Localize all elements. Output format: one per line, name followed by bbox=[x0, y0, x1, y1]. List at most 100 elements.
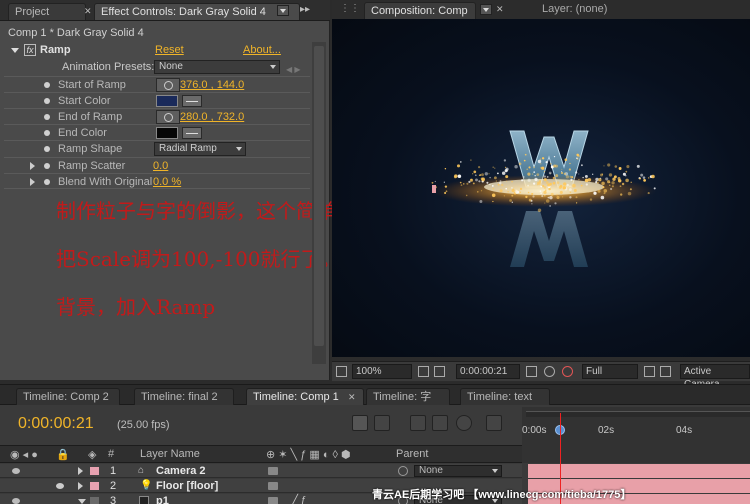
close-icon[interactable]: ✕ bbox=[84, 6, 92, 17]
ramp-shape-dropdown[interactable]: Radial Ramp bbox=[154, 142, 246, 156]
eye-icon[interactable] bbox=[12, 498, 20, 504]
zoom-dropdown[interactable]: 100% bbox=[352, 364, 412, 379]
particle-spark bbox=[532, 182, 536, 185]
panel-menu-arrow-icon[interactable]: ▸▸ bbox=[300, 4, 310, 15]
tab-project[interactable]: Project bbox=[8, 3, 86, 20]
about-link[interactable]: About... bbox=[243, 42, 281, 58]
crosshair-icon[interactable] bbox=[156, 110, 180, 124]
switch-icon[interactable] bbox=[268, 497, 278, 504]
label-color-swatch[interactable] bbox=[90, 467, 99, 475]
timecode-box[interactable]: 0:00:00:21 bbox=[456, 364, 520, 379]
collapse-triangle-icon[interactable] bbox=[11, 48, 19, 53]
lock-icon[interactable] bbox=[56, 483, 64, 489]
table-row[interactable]: 1 ⌂ Camera 2 None bbox=[0, 464, 522, 478]
start-color-swatch[interactable] bbox=[156, 95, 178, 107]
layer-name[interactable]: Camera 2 bbox=[156, 464, 206, 478]
tab-timeline-text[interactable]: Timeline: text bbox=[460, 388, 550, 405]
hide-shy-layers-icon[interactable] bbox=[432, 415, 448, 431]
prop-label: Ramp Shape bbox=[58, 143, 123, 155]
tab-timeline-comp-2[interactable]: Timeline: Comp 2 bbox=[16, 388, 120, 405]
particle-spark bbox=[599, 177, 602, 179]
comp-mini-flowchart-icon[interactable] bbox=[352, 415, 368, 431]
switches-icon[interactable]: ⊕ ✶ ╲ ƒ ▦ ◐ ◊ ⬢ bbox=[266, 448, 351, 461]
eyedropper-icon[interactable] bbox=[182, 95, 202, 107]
particle-spark bbox=[531, 173, 534, 175]
live-update-icon[interactable] bbox=[374, 415, 390, 431]
grip-icon[interactable]: ⋮⋮ bbox=[340, 3, 360, 14]
column-layer-name[interactable]: Layer Name bbox=[140, 448, 200, 460]
stopwatch-icon[interactable] bbox=[44, 179, 50, 185]
tab-timeline-comp-1[interactable]: Timeline: Comp 1 bbox=[246, 388, 364, 405]
parent-dropdown[interactable]: None bbox=[414, 465, 502, 477]
stopwatch-icon[interactable] bbox=[44, 114, 50, 120]
switch-icon[interactable] bbox=[268, 482, 278, 490]
show-snapshot-icon[interactable] bbox=[544, 366, 555, 377]
composition-panel: ⋮⋮ Composition: Comp 1 ✕ Layer: (none) bbox=[332, 0, 750, 390]
particle-spark bbox=[579, 181, 581, 183]
transparency-grid-icon[interactable] bbox=[660, 366, 671, 377]
expand-triangle-icon[interactable] bbox=[30, 178, 35, 186]
particle-spark bbox=[548, 187, 551, 191]
expand-triangle-icon[interactable] bbox=[30, 162, 35, 170]
switch-icon[interactable] bbox=[268, 467, 278, 475]
grid-icon[interactable] bbox=[418, 366, 429, 377]
reset-link[interactable]: Reset bbox=[155, 42, 184, 58]
label-color-swatch[interactable] bbox=[90, 497, 99, 504]
snapshot-icon[interactable] bbox=[526, 366, 537, 377]
tab-effect-controls[interactable]: Effect Controls: Dark Gray Solid 4 bbox=[94, 3, 300, 20]
tab-timeline-zi[interactable]: Timeline: 字 bbox=[366, 388, 450, 405]
tab-timeline-final-2[interactable]: Timeline: final 2 bbox=[134, 388, 234, 405]
tab-composition[interactable]: Composition: Comp 1 bbox=[364, 2, 476, 33]
color-channels-icon[interactable] bbox=[562, 366, 573, 377]
label-icon[interactable]: ◈ bbox=[88, 448, 96, 461]
end-of-ramp-value[interactable]: 280.0 , 732.0 bbox=[180, 109, 244, 125]
expand-triangle-icon[interactable] bbox=[78, 482, 83, 490]
layer-name[interactable]: p1 bbox=[156, 494, 169, 504]
crosshair-icon[interactable] bbox=[156, 78, 180, 92]
comp-menu-icon[interactable] bbox=[480, 4, 492, 15]
panel-menu-icon[interactable] bbox=[277, 5, 289, 16]
start-of-ramp-value[interactable]: 376.0 , 144.0 bbox=[180, 77, 244, 93]
expand-triangle-icon[interactable] bbox=[78, 467, 83, 475]
resolution-dropdown[interactable]: Full bbox=[582, 364, 638, 379]
roi-icon[interactable] bbox=[644, 366, 655, 377]
layer-bar[interactable] bbox=[528, 464, 750, 478]
motion-blur-icon[interactable] bbox=[456, 415, 472, 431]
stopwatch-icon[interactable] bbox=[44, 82, 50, 88]
vertical-scrollbar[interactable] bbox=[312, 42, 326, 364]
av-features-icon[interactable]: ◉ ◂ ● bbox=[10, 448, 38, 461]
time-ruler[interactable]: 0:00s 02s 04s bbox=[522, 407, 750, 463]
region-icon[interactable] bbox=[434, 366, 445, 377]
collapse-triangle-icon[interactable] bbox=[78, 499, 86, 504]
particle-spark bbox=[636, 164, 640, 168]
close-icon[interactable]: ✕ bbox=[496, 4, 504, 15]
lock-icon[interactable]: 🔒 bbox=[56, 448, 70, 461]
eyedropper-icon[interactable] bbox=[182, 127, 202, 139]
stopwatch-icon[interactable] bbox=[44, 98, 50, 104]
particle-spark bbox=[486, 181, 489, 184]
label-color-swatch[interactable] bbox=[90, 482, 99, 490]
fx-toggle-icon[interactable]: fx bbox=[24, 44, 36, 56]
particle-spark bbox=[607, 180, 611, 184]
stopwatch-icon[interactable] bbox=[44, 163, 50, 169]
camera-dropdown[interactable]: Active Camera bbox=[680, 364, 750, 390]
fx-switch-icon[interactable]: ╱ ƒ bbox=[292, 494, 306, 504]
comp-viewport[interactable] bbox=[332, 19, 750, 357]
monitor-icon[interactable] bbox=[336, 366, 347, 377]
blend-with-original-value[interactable]: 0.0 % bbox=[153, 174, 181, 190]
close-icon[interactable]: ✕ bbox=[348, 392, 356, 403]
graph-editor-icon[interactable] bbox=[486, 415, 502, 431]
layer-name[interactable]: Floor [floor] bbox=[156, 479, 218, 493]
particle-spark bbox=[575, 171, 578, 174]
stopwatch-icon[interactable] bbox=[44, 130, 50, 136]
stopwatch-icon[interactable] bbox=[44, 146, 50, 152]
tab-layer[interactable]: Layer: (none) bbox=[542, 3, 607, 15]
animation-presets-dropdown[interactable]: None bbox=[154, 60, 280, 74]
eye-icon[interactable] bbox=[12, 468, 20, 474]
scroll-thumb[interactable] bbox=[314, 46, 324, 346]
ramp-scatter-value[interactable]: 0.0 bbox=[153, 158, 168, 174]
draft-3d-icon[interactable] bbox=[410, 415, 426, 431]
pickwhip-icon[interactable] bbox=[398, 466, 408, 476]
end-color-swatch[interactable] bbox=[156, 127, 178, 139]
timeline-timecode[interactable]: 0:00:00:21 bbox=[18, 415, 94, 433]
